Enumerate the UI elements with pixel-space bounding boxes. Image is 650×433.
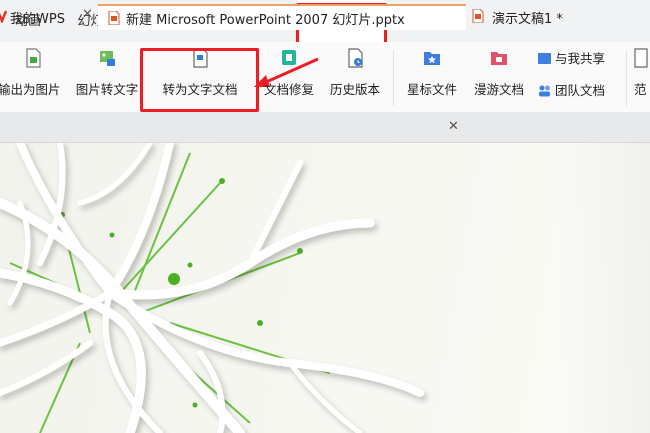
presentation-file-icon [472, 9, 484, 23]
team-docs-button[interactable]: 团队文档 [538, 80, 605, 102]
wps-logo-icon [0, 10, 8, 23]
history-version-button[interactable]: 历史版本 [322, 42, 388, 112]
presentation-file-icon [108, 11, 120, 25]
star-folder-icon [424, 52, 440, 65]
slide-canvas[interactable] [0, 143, 650, 433]
close-icon[interactable]: ✕ [82, 7, 93, 22]
roaming-folder-icon [491, 52, 507, 65]
history-clock-icon [348, 48, 363, 68]
image-to-text-label: 图片转文字 [75, 82, 139, 97]
document-tab-bar [0, 112, 650, 143]
slide-decoration [0, 143, 424, 433]
doc-tab-label: 我的WPS [10, 12, 65, 27]
team-docs-label: 团队文档 [555, 83, 606, 98]
image-to-text-button[interactable]: 图片转文字 [70, 42, 144, 112]
doc-tab-presentation1[interactable]: 演示文稿1 * [468, 4, 650, 30]
doc-tab-my-wps[interactable]: 我的WPS ✕ [0, 4, 96, 30]
image-to-text-icon [100, 51, 115, 66]
doc-tab-label: 演示文稿1 * [492, 12, 563, 27]
starred-files-button[interactable]: 星标文件 [400, 42, 464, 112]
starred-files-label: 星标文件 [406, 82, 457, 97]
shared-with-me-label: 与我共享 [555, 51, 606, 66]
shared-with-me-button[interactable]: 与我共享 [538, 48, 605, 70]
toolbar-divider [626, 50, 627, 106]
doc-tab-pptx[interactable]: 新建 Microsoft PowerPoint 2007 幻灯片.pptx [98, 4, 466, 30]
doc-repair-label: 文档修复 [263, 82, 314, 97]
document-repair-icon [282, 50, 296, 65]
highlight-box-convert [140, 48, 259, 112]
toolbar-divider [393, 50, 394, 106]
output-as-image-label: 输出为图片 [0, 82, 61, 97]
output-as-image-button[interactable]: 输出为图片 [0, 42, 66, 112]
roam-docs-label: 漫游文档 [473, 82, 524, 97]
roam-docs-button[interactable]: 漫游文档 [466, 42, 532, 112]
history-version-label: 历史版本 [329, 82, 380, 97]
image-export-icon [26, 48, 41, 68]
doc-repair-button[interactable]: 文档修复 [258, 42, 320, 112]
doc-tab-label: 新建 Microsoft PowerPoint 2007 幻灯片.pptx [126, 13, 405, 28]
canvas-edge-shadow [560, 143, 650, 433]
shared-users-icon [538, 53, 551, 64]
template-icon [634, 48, 648, 68]
templates-button[interactable]: 范 [630, 42, 650, 112]
team-icon [539, 85, 550, 97]
close-icon[interactable]: ✕ [448, 119, 459, 134]
templates-label: 范 [634, 82, 647, 97]
